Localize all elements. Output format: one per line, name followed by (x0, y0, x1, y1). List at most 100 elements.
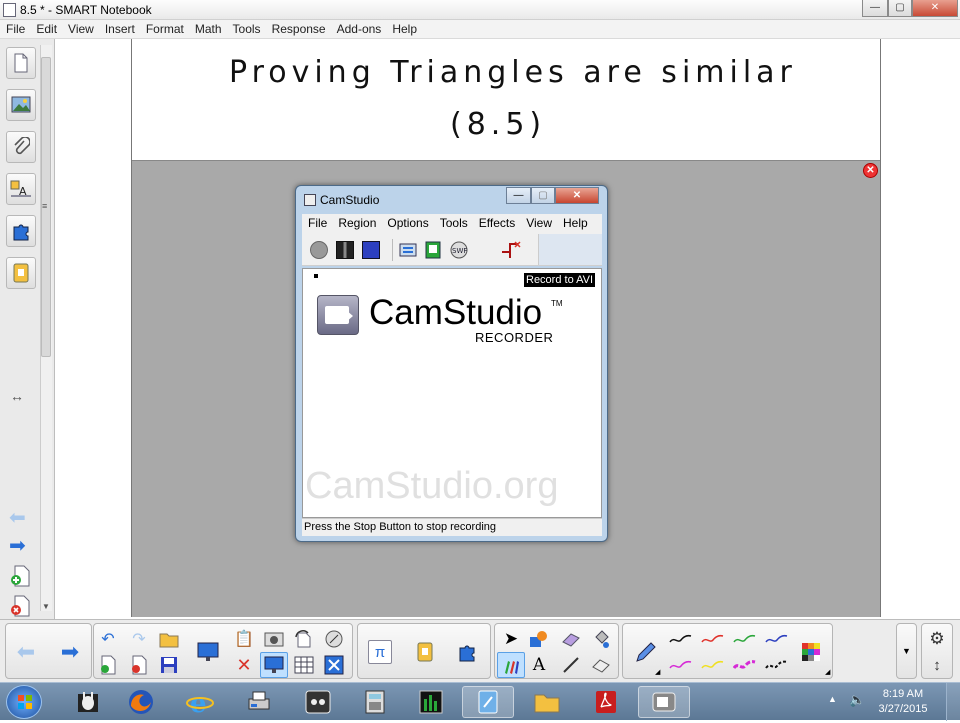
previous-page-icon[interactable]: ⬅ (14, 639, 38, 664)
save-icon[interactable] (157, 653, 181, 677)
resize-arrows-icon[interactable]: ↔ (10, 388, 24, 404)
cam-menu-view[interactable]: View (520, 214, 557, 230)
taskbar-calculator[interactable] (349, 686, 401, 718)
menu-edit[interactable]: Edit (30, 20, 62, 36)
pen-selected-icon[interactable] (633, 640, 657, 664)
swf-icon[interactable]: SWF (450, 241, 468, 262)
delete-page-icon[interactable] (9, 595, 31, 620)
gear-icon[interactable]: ⚙ (925, 627, 949, 651)
reset-page-icon[interactable] (292, 627, 316, 651)
close-button[interactable]: ✕ (912, 0, 958, 17)
math-pi-icon[interactable]: π (368, 640, 392, 664)
full-screen-icon[interactable] (322, 627, 346, 651)
taskbar-camstudio-recorder[interactable] (292, 686, 344, 718)
pens-icon[interactable] (497, 652, 525, 678)
pen-dropdown-icon[interactable]: ◢ (655, 668, 660, 676)
options-icon[interactable] (399, 241, 417, 262)
addons-puzzle-icon[interactable] (455, 640, 479, 664)
taskbar-clock[interactable]: 8:19 AM 3/27/2015 (868, 687, 938, 717)
next-page-icon[interactable]: ➡ (58, 639, 82, 664)
annotation-icon[interactable] (425, 241, 443, 262)
open-folder-icon[interactable] (157, 627, 181, 651)
addons-tab[interactable] (6, 215, 36, 247)
pen-magenta-icon[interactable] (669, 653, 693, 677)
add-page-icon[interactable] (9, 565, 31, 590)
minimize-button[interactable]: — (862, 0, 888, 17)
properties-tab[interactable]: A (6, 173, 36, 205)
pen-black-dashed-icon[interactable] (765, 653, 789, 677)
eraser-icon[interactable] (589, 653, 613, 677)
new-page-icon[interactable] (96, 653, 120, 677)
menu-insert[interactable]: Insert (99, 20, 140, 36)
autopan-icon[interactable] (500, 240, 522, 263)
pen-yellow-icon[interactable] (701, 653, 725, 677)
pen-red-icon[interactable] (701, 627, 725, 651)
menu-math[interactable]: Math (189, 20, 227, 36)
response-toolbar-icon[interactable] (413, 640, 437, 664)
previous-page-arrow-icon[interactable]: ⬅ (9, 505, 26, 530)
stop-button[interactable] (362, 241, 380, 259)
cam-menu-tools[interactable]: Tools (434, 214, 473, 230)
page-sorter-tab[interactable] (6, 47, 36, 79)
pen-black-icon[interactable] (669, 627, 693, 651)
attachments-tab[interactable] (6, 131, 36, 163)
response-tab[interactable] (6, 257, 36, 289)
cam-menu-region[interactable]: Region (332, 214, 381, 230)
screen-capture-icon[interactable] (262, 627, 286, 651)
taskbar-adobe-reader[interactable] (580, 686, 632, 718)
scroll-down-arrow-icon[interactable]: ▼ (42, 602, 50, 611)
taskbar-audio-meter[interactable] (405, 686, 457, 718)
pause-button[interactable] (336, 241, 354, 259)
taskbar-firefox[interactable] (115, 686, 167, 718)
taskbar-fax-printer[interactable] (233, 686, 285, 718)
fill-icon[interactable] (589, 627, 613, 651)
select-arrow-icon[interactable]: ➤ (499, 627, 523, 651)
close-screen-icon[interactable] (322, 653, 346, 677)
menu-response[interactable]: Response (266, 20, 331, 36)
cam-menu-file[interactable]: File (302, 214, 332, 230)
toolbar-more-button[interactable]: ▼ (896, 623, 917, 679)
next-page-arrow-icon[interactable]: ➡ (9, 533, 26, 558)
move-toolbar-icon[interactable]: ↕ (925, 653, 949, 677)
gallery-tab[interactable] (6, 89, 36, 121)
color-palette-icon[interactable] (799, 640, 823, 664)
camstudio-close-button[interactable]: ✕ (555, 187, 599, 204)
taskbar-internet-explorer[interactable]: e (174, 686, 226, 718)
page-title-area[interactable]: Proving Triangles are similar (8.5) (132, 39, 880, 161)
delete-page-toolbar-icon[interactable] (127, 653, 151, 677)
shapes-icon[interactable] (527, 627, 551, 651)
record-button[interactable] (310, 241, 328, 259)
insert-table-icon[interactable] (292, 653, 316, 677)
screen-shade-icon[interactable] (196, 640, 220, 664)
camstudio-minimize-button[interactable]: — (506, 187, 531, 204)
menu-tools[interactable]: Tools (227, 20, 266, 36)
camstudio-maximize-button[interactable]: ▢ (531, 187, 555, 204)
paste-icon[interactable]: 📋 (232, 627, 256, 651)
menu-addons[interactable]: Add-ons (331, 20, 387, 36)
taskbar-file-explorer[interactable] (521, 686, 573, 718)
palette-dropdown-icon[interactable]: ◢ (825, 668, 830, 676)
eraser-shape-icon[interactable] (559, 627, 583, 651)
cam-menu-effects[interactable]: Effects (473, 214, 520, 230)
taskbar-smart-notebook[interactable] (462, 686, 514, 718)
cam-menu-options[interactable]: Options (381, 214, 433, 230)
show-hide-screen-icon[interactable] (260, 652, 288, 678)
pen-magenta-thick-icon[interactable] (733, 653, 757, 677)
menu-format[interactable]: Format (140, 20, 189, 36)
pen-green-icon[interactable] (733, 627, 757, 651)
start-button[interactable] (6, 685, 42, 719)
undo-icon[interactable]: ↶ (96, 627, 120, 651)
menu-view[interactable]: View (62, 20, 99, 36)
pen-blue-icon[interactable] (765, 627, 789, 651)
menu-help[interactable]: Help (386, 20, 422, 36)
delete-icon[interactable]: ✕ (232, 653, 256, 677)
text-icon[interactable]: A (527, 653, 551, 677)
redo-icon[interactable]: ↷ (127, 627, 151, 651)
taskbar-camstudio[interactable] (638, 686, 690, 718)
show-hidden-icons-arrow[interactable]: ▲ (828, 694, 837, 704)
line-icon[interactable] (559, 653, 583, 677)
maximize-button[interactable]: ▢ (888, 0, 912, 17)
cam-menu-help[interactable]: Help (557, 214, 593, 230)
menu-file[interactable]: File (0, 20, 30, 36)
volume-icon[interactable]: 🔈 (849, 692, 865, 708)
